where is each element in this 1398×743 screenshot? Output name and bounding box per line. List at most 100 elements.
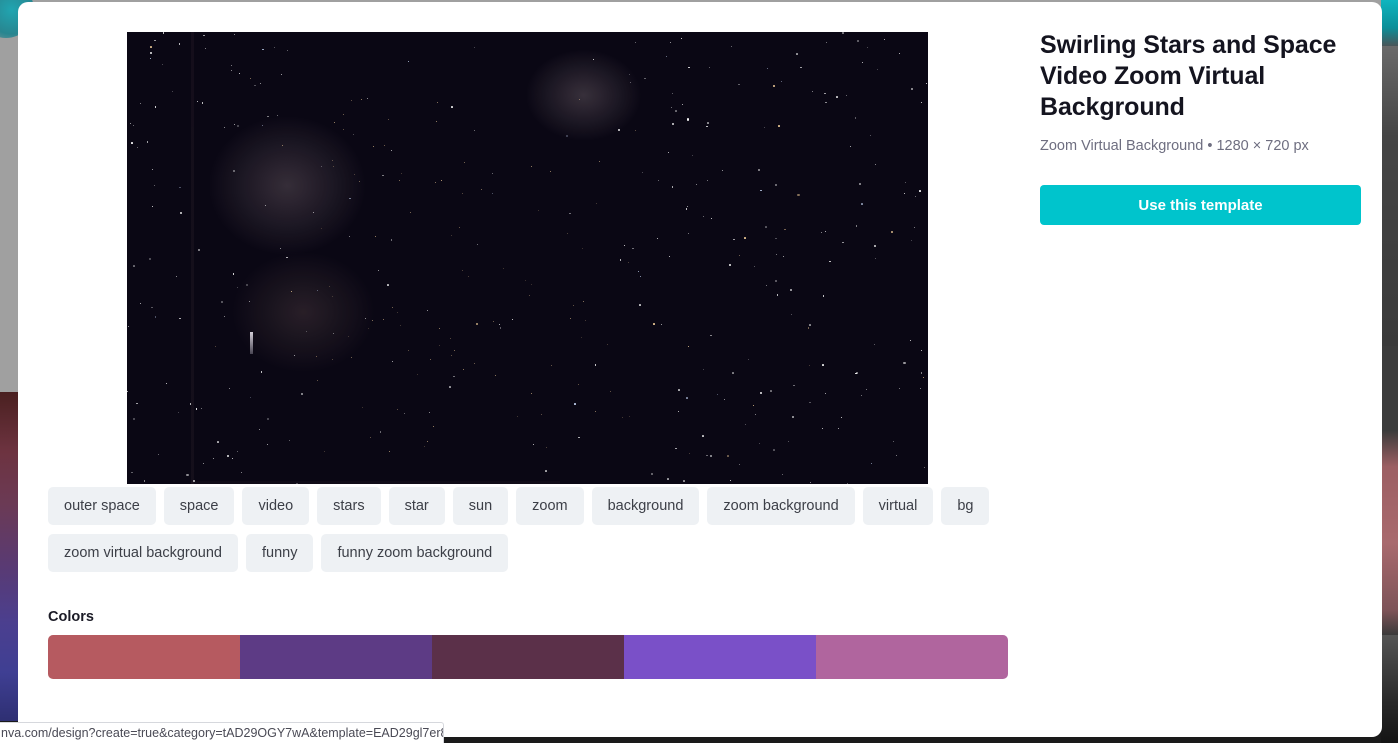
star: [333, 122, 335, 124]
star: [408, 60, 410, 62]
tag-pill[interactable]: funny zoom background: [321, 534, 509, 572]
color-swatch[interactable]: [816, 635, 1008, 679]
star: [634, 42, 636, 43]
star: [281, 74, 283, 76]
star: [638, 270, 640, 272]
star: [776, 294, 778, 296]
star: [246, 283, 249, 287]
tag-pill[interactable]: stars: [317, 487, 381, 525]
star: [453, 349, 455, 351]
star: [320, 228, 322, 230]
color-swatch[interactable]: [240, 635, 432, 679]
tag-pill[interactable]: space: [163, 487, 235, 525]
status-bar-url: nva.com/design?create=true&category=tAD2…: [0, 722, 444, 743]
star: [640, 275, 642, 277]
star: [367, 328, 369, 330]
star: [437, 101, 439, 103]
star: [261, 124, 263, 126]
colors-heading: Colors: [48, 609, 94, 625]
tag-pill[interactable]: virtual: [862, 487, 934, 525]
scrollbar-segment-bottom: [1381, 635, 1398, 743]
tag-pill[interactable]: zoom background: [707, 487, 855, 525]
star: [809, 482, 811, 484]
tag-pill[interactable]: bg: [941, 487, 990, 525]
star: [708, 66, 711, 68]
star: [796, 53, 798, 55]
star: [821, 427, 823, 429]
star: [248, 300, 250, 302]
star: [320, 165, 322, 168]
star: [925, 83, 927, 85]
star: [775, 237, 777, 240]
star: [426, 309, 429, 312]
star: [680, 38, 682, 40]
star: [212, 458, 214, 460]
star: [179, 186, 181, 188]
tag-pill[interactable]: zoom virtual background: [48, 534, 238, 572]
tag-pill[interactable]: star: [388, 487, 445, 525]
star: [366, 97, 369, 100]
star: [532, 443, 534, 445]
star: [774, 184, 777, 187]
color-swatch[interactable]: [432, 635, 624, 679]
star: [793, 384, 795, 386]
star: [511, 319, 513, 321]
tag-pill[interactable]: zoom: [516, 487, 584, 525]
tag-pill[interactable]: video: [242, 487, 310, 525]
template-preview-image[interactable]: [127, 32, 928, 484]
tag-pill[interactable]: funny: [245, 534, 314, 572]
page-title: Swirling Stars and Space Video Zoom Virt…: [1040, 31, 1337, 121]
tag-pill[interactable]: background: [591, 487, 700, 525]
tag-pill[interactable]: outer space: [48, 487, 156, 525]
star: [921, 349, 922, 351]
star: [829, 260, 831, 263]
star: [790, 314, 792, 315]
star: [281, 144, 283, 146]
star: [630, 82, 632, 84]
color-swatch[interactable]: [48, 635, 240, 679]
tag-pill[interactable]: sun: [452, 487, 509, 525]
star: [858, 182, 861, 186]
star: [703, 368, 704, 370]
star: [782, 474, 784, 476]
star: [178, 43, 181, 45]
star: [517, 415, 519, 417]
star: [129, 123, 131, 125]
star: [689, 453, 691, 455]
star: [354, 174, 356, 176]
star: [197, 248, 200, 252]
page-scrollbar[interactable]: [1381, 0, 1398, 743]
star: [687, 233, 689, 235]
star: [267, 115, 269, 118]
star: [765, 226, 767, 228]
star: [435, 182, 437, 184]
star: [127, 391, 129, 392]
star: [291, 290, 292, 292]
star: [710, 217, 713, 220]
star: [179, 211, 182, 214]
star: [153, 184, 156, 187]
star: [453, 375, 455, 377]
color-swatch[interactable]: [624, 635, 816, 679]
star: [861, 62, 863, 64]
star: [753, 266, 755, 268]
star: [644, 77, 646, 80]
star: [391, 307, 393, 309]
star: [685, 208, 688, 210]
star: [678, 389, 680, 391]
scrollbar-thumb[interactable]: [1381, 46, 1398, 346]
star: [202, 462, 204, 464]
star: [424, 446, 426, 447]
use-this-template-button[interactable]: Use this template: [1040, 185, 1361, 225]
star: [730, 46, 732, 47]
star: [784, 228, 786, 231]
star: [656, 238, 658, 240]
star: [236, 287, 238, 289]
star: [875, 258, 877, 260]
star: [279, 248, 281, 250]
star: [224, 316, 226, 318]
star: [372, 320, 374, 322]
star: [822, 295, 825, 297]
star: [780, 80, 783, 83]
star: [383, 145, 385, 147]
